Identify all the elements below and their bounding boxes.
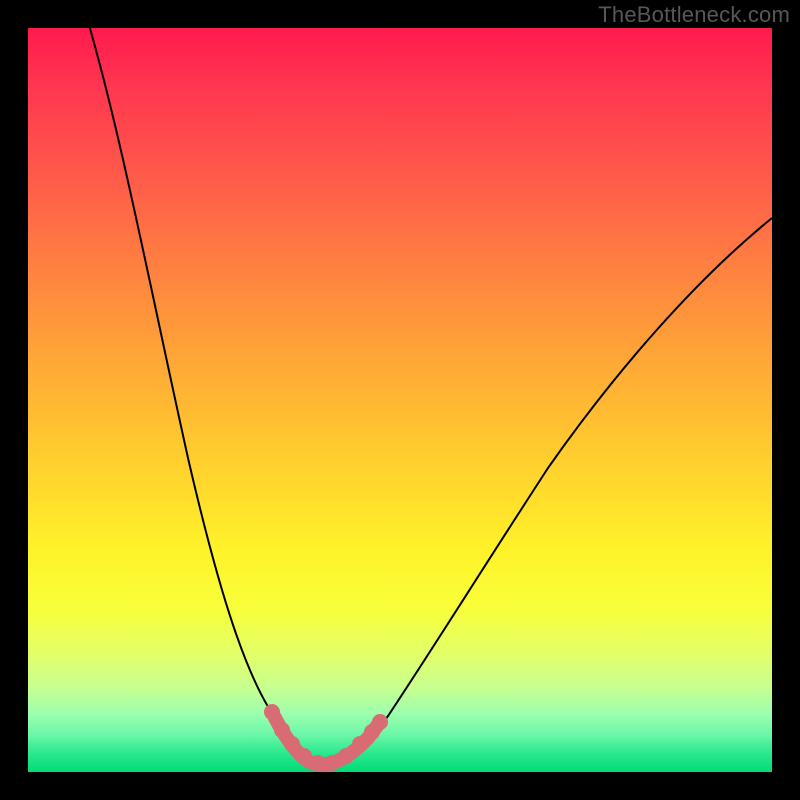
chart-frame: TheBottleneck.com — [0, 0, 800, 800]
bottleneck-curve — [81, 28, 772, 763]
plot-area — [28, 28, 772, 772]
watermark-label: TheBottleneck.com — [598, 2, 790, 28]
curve-layer — [28, 28, 772, 772]
highlight-dots — [264, 704, 388, 771]
